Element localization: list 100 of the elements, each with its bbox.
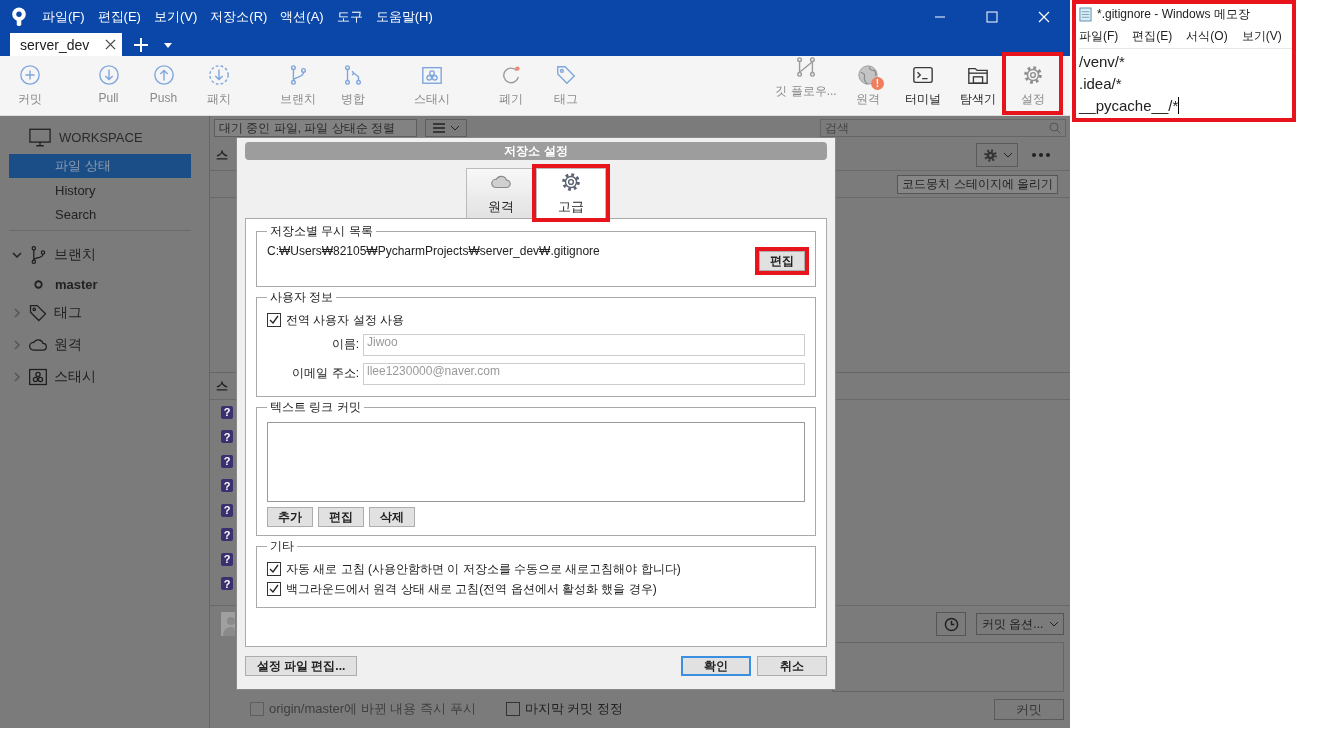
status-badge: ? xyxy=(221,430,233,444)
checkbox[interactable] xyxy=(267,313,281,327)
alert-badge: ! xyxy=(871,77,884,90)
link-list[interactable] xyxy=(267,422,805,502)
chevron-icon[interactable] xyxy=(12,250,22,260)
panel-header: 스 xyxy=(216,377,228,395)
up-arrow-circle-icon xyxy=(152,64,175,86)
checkbox-label: 전역 사용자 설정 사용 xyxy=(286,311,404,329)
commit-options-dropdown[interactable]: 커밋 옵션... xyxy=(976,613,1064,635)
menu-item[interactable]: 도움말(H) xyxy=(375,7,433,26)
section-title: WORKSPACE xyxy=(59,129,143,145)
checkbox-label: origin/master에 바뀐 내용 즉시 푸시 xyxy=(269,700,476,718)
settings-icon xyxy=(1021,64,1044,86)
group-title: 저장소별 무시 목록 xyxy=(269,223,374,240)
ok-button[interactable]: 확인 xyxy=(681,656,751,676)
maximize-icon[interactable] xyxy=(986,10,998,23)
menu-item[interactable]: 서식(O) xyxy=(1186,27,1228,45)
clock-icon xyxy=(943,616,959,632)
toolbar-button[interactable]: 탐색기 xyxy=(950,56,1005,115)
dialog-title: 저장소 설정 xyxy=(245,142,827,160)
caret-icon xyxy=(451,125,459,131)
tag-icon xyxy=(28,303,48,323)
sidebar-item[interactable]: 파일 상태 xyxy=(9,154,191,178)
sort-dropdown[interactable]: 대기 중인 파일, 파일 상태순 정렬 xyxy=(214,119,417,137)
list-button[interactable]: 편집 xyxy=(318,507,364,527)
menu-item[interactable]: 저장소(R) xyxy=(210,7,268,26)
settings-icon xyxy=(560,171,582,193)
tree-item[interactable]: 브랜치 xyxy=(54,246,96,264)
toolbar-button[interactable]: 터미널 xyxy=(895,56,950,115)
checkbox-label: 마지막 커밋 정정 xyxy=(524,700,623,718)
sidebar-item[interactable]: Search xyxy=(9,202,191,226)
status-badge: ? xyxy=(221,454,233,468)
notepad-icon xyxy=(1079,6,1092,22)
edit-config-button[interactable]: 설정 파일 편집... xyxy=(245,656,357,676)
list-button[interactable]: 삭제 xyxy=(369,507,415,527)
close-icon[interactable] xyxy=(105,39,116,50)
menu-item[interactable]: 파일(F) xyxy=(42,7,85,26)
view-options-button[interactable] xyxy=(425,119,467,137)
list-button[interactable]: 추가 xyxy=(267,507,313,527)
globe-icon xyxy=(856,64,879,86)
status-badge: ? xyxy=(221,577,233,591)
menu-item[interactable]: 액션(A) xyxy=(280,7,324,26)
stash-box-icon xyxy=(28,367,48,387)
menu-item[interactable]: 보기(V) xyxy=(1241,27,1282,45)
menu-item[interactable]: 편집(E) xyxy=(1132,27,1173,45)
tree-item[interactable]: 태그 xyxy=(54,304,82,322)
file-path: C:₩Users₩82105₩PycharmProjects₩server_dev₩.gitignore xyxy=(267,244,600,258)
caret-icon[interactable] xyxy=(164,43,172,48)
history-button[interactable] xyxy=(936,612,966,636)
monitor-icon xyxy=(29,127,51,147)
group-title: 사용자 정보 xyxy=(269,289,335,306)
dialog-tab[interactable]: 고급 xyxy=(536,168,606,218)
menu-item[interactable]: 편집(E) xyxy=(97,7,141,26)
field-label: 이름: xyxy=(330,336,360,353)
caret-icon xyxy=(1050,621,1058,627)
checkbox-label: 자동 새로 고침 (사용안함하면 이 저장소를 수동으로 새로고침해야 합니다) xyxy=(286,560,681,578)
tree-item[interactable]: master xyxy=(55,276,98,292)
tag-icon xyxy=(554,64,577,86)
checkbox[interactable] xyxy=(267,582,281,596)
repo-tab[interactable]: server_dev xyxy=(10,33,122,56)
stash-box-icon xyxy=(420,64,443,86)
search-icon xyxy=(1049,122,1061,134)
window-title: *.gitignore - Windows 메모장 xyxy=(1097,5,1250,23)
menu-item[interactable]: 보기(V) xyxy=(153,7,198,26)
status-badge: ? xyxy=(221,503,233,517)
terminal-icon xyxy=(911,64,934,86)
checkbox[interactable] xyxy=(267,562,281,576)
menu-icon xyxy=(433,123,445,133)
sidebar-item[interactable]: History xyxy=(9,178,191,202)
more-icon[interactable] xyxy=(1032,153,1050,157)
edit-button[interactable]: 편집 xyxy=(759,251,805,271)
group-title: 기타 xyxy=(269,538,295,555)
cancel-button[interactable]: 취소 xyxy=(757,656,827,676)
down-arrow-circle-icon xyxy=(97,64,120,86)
commit-message-field[interactable] xyxy=(832,642,1064,692)
panel-header: 스 xyxy=(216,146,228,164)
menu-item[interactable]: 파일(F) xyxy=(1079,27,1119,45)
tree-item[interactable]: 스태시 xyxy=(54,368,96,386)
app-logo-icon xyxy=(10,6,28,27)
input-field[interactable]: llee1230000@naver.com xyxy=(363,362,805,385)
tree-item[interactable]: 원격 xyxy=(54,336,82,354)
circle-icon xyxy=(34,279,43,289)
settings-dropdown[interactable] xyxy=(976,143,1018,167)
checkbox-label: 백그라운드에서 원격 상태 새로 고침(전역 옵션에서 활성화 했을 경우) xyxy=(286,580,657,598)
flow-icon xyxy=(795,56,817,78)
plus-icon[interactable] xyxy=(134,38,148,52)
status-badge: ? xyxy=(221,479,233,493)
stage-all-button[interactable]: 코드뭉치 스테이지에 올리기 xyxy=(897,174,1058,194)
settings-icon xyxy=(982,147,998,163)
group-title: 텍스트 링크 커밋 xyxy=(269,399,362,416)
plus-circle-icon xyxy=(18,64,41,86)
checkbox[interactable] xyxy=(505,702,520,716)
input-field[interactable]: Jiwoo xyxy=(363,333,805,356)
caret-icon xyxy=(1003,152,1012,158)
status-badge: ? xyxy=(221,552,233,566)
menu-item[interactable]: 도구 xyxy=(336,7,363,26)
field-label: 이메일 주소: xyxy=(291,365,360,382)
text-editor[interactable]: /venv/* .idea/* __pycache__/* xyxy=(1079,49,1292,117)
status-badge: ? xyxy=(221,405,233,419)
status-badge: ? xyxy=(221,528,233,542)
